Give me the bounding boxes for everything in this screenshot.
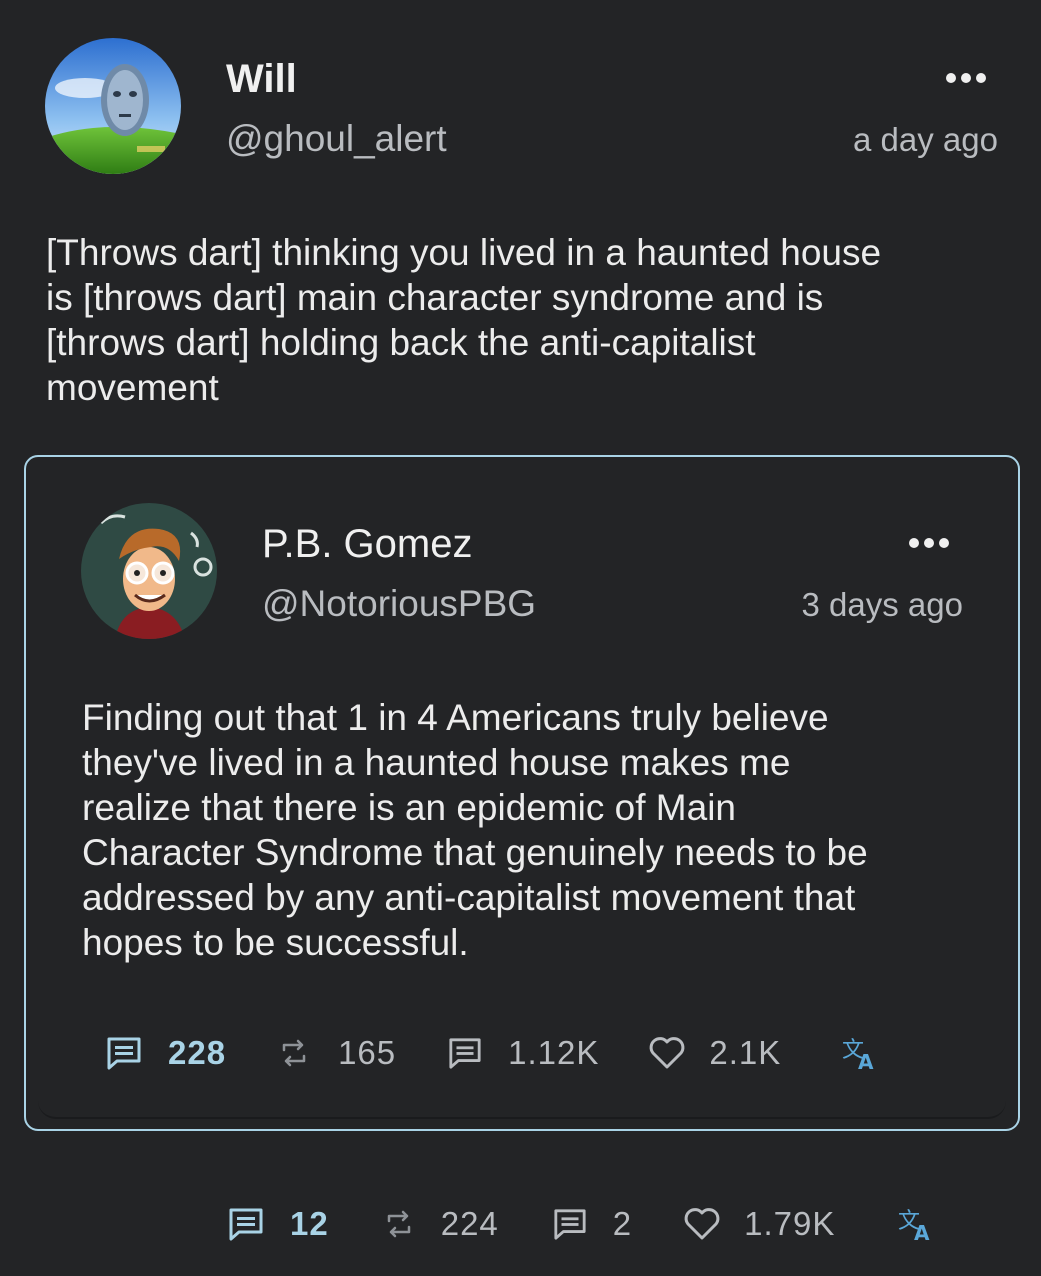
quote-count: 2 <box>612 1205 633 1242</box>
post-text-line: [throws dart] holding back the anti-capi… <box>46 322 756 363</box>
reply-button[interactable]: 12 <box>228 1205 329 1243</box>
like-button[interactable]: 1.79K <box>684 1205 835 1243</box>
more-icon <box>909 538 919 548</box>
quoted-like-button[interactable]: 2.1K <box>649 1034 781 1072</box>
translate-icon: 文 A <box>898 1209 930 1242</box>
svg-text:A: A <box>914 1221 930 1242</box>
quoted-action-bar: 228 165 1.12K 2.1K 文 A <box>106 1034 879 1072</box>
repost-count: 224 <box>440 1205 499 1242</box>
heart-icon <box>650 1037 685 1069</box>
post-text-line: [Throws dart] thinking you lived in a ha… <box>46 232 882 273</box>
quoted-reply-button[interactable]: 228 <box>106 1034 226 1072</box>
post-text-line: is [throws dart] main character syndrome… <box>46 277 824 318</box>
author-handle[interactable]: @ghoul_alert <box>226 118 447 160</box>
quoted-translate-button[interactable]: 文 A <box>841 1035 879 1071</box>
author-name[interactable]: Will <box>226 57 297 102</box>
quoted-post-timestamp: 3 days ago <box>801 586 963 623</box>
more-options-button[interactable] <box>946 73 986 83</box>
more-icon <box>946 73 956 83</box>
repost-icon <box>282 1039 306 1067</box>
quoted-post-text: Finding out that 1 in 4 Americans truly … <box>82 695 868 965</box>
quoted-quote-button[interactable]: 1.12K <box>448 1034 599 1072</box>
repost-button[interactable]: 224 <box>383 1205 499 1243</box>
svg-text:A: A <box>858 1050 874 1071</box>
quote-icon <box>554 1209 586 1240</box>
reply-count: 12 <box>290 1205 329 1242</box>
post-text: [Throws dart] thinking you lived in a ha… <box>46 230 881 410</box>
quoted-repost-button[interactable]: 165 <box>278 1034 396 1072</box>
post-card: Will @ghoul_alert a day ago [Throws dart… <box>0 0 1041 1276</box>
post-text-line: movement <box>46 367 219 408</box>
quoted-text-line: Character Syndrome that genuinely needs … <box>82 832 868 873</box>
translate-button[interactable]: 文 A <box>897 1206 935 1242</box>
quoted-text-line: realize that there is an epidemic of Mai… <box>82 787 737 828</box>
like-count: 1.79K <box>744 1205 836 1242</box>
repost-icon <box>387 1210 410 1238</box>
translate-icon: 文 A <box>842 1038 874 1071</box>
quoted-text-line: they've lived in a haunted house makes m… <box>82 742 791 783</box>
quote-icon <box>449 1038 481 1069</box>
quoted-author-handle[interactable]: @NotoriousPBG <box>262 583 536 625</box>
reply-icon <box>229 1208 263 1241</box>
quoted-more-options-button[interactable] <box>909 538 949 548</box>
heart-icon <box>684 1208 720 1240</box>
post-action-bar: 12 224 2 1.79K 文 A <box>228 1205 935 1243</box>
quoted-repost-count: 165 <box>338 1034 397 1071</box>
quoted-text-line: hopes to be successful. <box>82 922 469 963</box>
quoted-text-line: addressed by any anti-capitalist movemen… <box>82 877 856 918</box>
quoted-like-count: 2.1K <box>709 1034 782 1071</box>
quoted-author-name[interactable]: P.B. Gomez <box>262 522 472 567</box>
post-timestamp: a day ago <box>853 121 998 158</box>
reply-icon <box>107 1037 141 1070</box>
quote-button[interactable]: 2 <box>553 1205 632 1243</box>
author-avatar[interactable] <box>45 38 181 174</box>
quoted-text-line: Finding out that 1 in 4 Americans truly … <box>82 697 829 738</box>
quoted-author-avatar[interactable] <box>81 503 217 639</box>
quoted-reply-count: 228 <box>168 1034 227 1071</box>
quoted-quote-count: 1.12K <box>508 1034 600 1071</box>
